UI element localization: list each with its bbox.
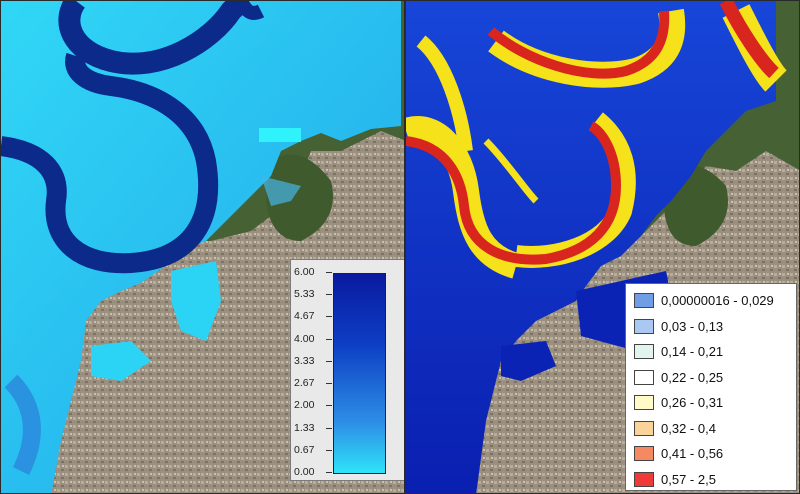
depth-tick: 2.00 (294, 399, 332, 411)
legend-row: 0,22 - 0,25 (634, 365, 796, 391)
depth-legend: 6.00 5.33 4.67 4.00 3.33 2.67 2.00 1.33 … (290, 259, 404, 481)
legend-label: 0,57 - 2,5 (661, 471, 716, 487)
structure-footprint (259, 128, 301, 142)
legend-swatch (634, 369, 654, 385)
legend-row: 0,03 - 0,13 (634, 314, 796, 340)
legend-row: 0,41 - 0,56 (634, 441, 796, 467)
depth-color-ramp (333, 273, 386, 474)
legend-swatch (634, 395, 654, 411)
legend-label: 0,41 - 0,56 (661, 446, 724, 462)
legend-label: 0,00000016 - 0,029 (661, 293, 774, 309)
legend-row: 0,32 - 0,4 (634, 416, 796, 442)
legend-swatch (634, 446, 654, 462)
legend-swatch (634, 293, 654, 309)
legend-row: 0,57 - 2,5 (634, 467, 796, 493)
legend-row: 0,14 - 0,21 (634, 339, 796, 365)
velocity-legend: 0,00000016 - 0,029 0,03 - 0,13 0,14 - 0,… (625, 283, 797, 491)
depth-tick: 3.33 (294, 355, 332, 367)
legend-row: 0,26 - 0,31 (634, 390, 796, 416)
depth-tick: 4.00 (294, 333, 332, 345)
legend-label: 0,03 - 0,13 (661, 318, 724, 334)
legend-swatch (634, 318, 654, 334)
legend-swatch (634, 420, 654, 436)
legend-row: 0,00000016 - 0,029 (634, 288, 796, 314)
depth-tick: 1.33 (294, 422, 332, 434)
depth-tick: 4.67 (294, 310, 332, 322)
legend-swatch (634, 344, 654, 360)
legend-label: 0,32 - 0,4 (661, 420, 716, 436)
depth-tick: 5.33 (294, 288, 332, 300)
legend-label: 0,14 - 0,21 (661, 344, 724, 360)
legend-label: 0,26 - 0,31 (661, 395, 724, 411)
depth-tick: 2.67 (294, 377, 332, 389)
depth-map-panel: 6.00 5.33 4.67 4.00 3.33 2.67 2.00 1.33 … (0, 0, 405, 494)
depth-tick: 6.00 (294, 266, 332, 278)
depth-tick: 0.67 (294, 444, 332, 456)
legend-label: 0,22 - 0,25 (661, 369, 724, 385)
legend-swatch (634, 471, 654, 487)
depth-tick: 0.00 (294, 466, 332, 478)
